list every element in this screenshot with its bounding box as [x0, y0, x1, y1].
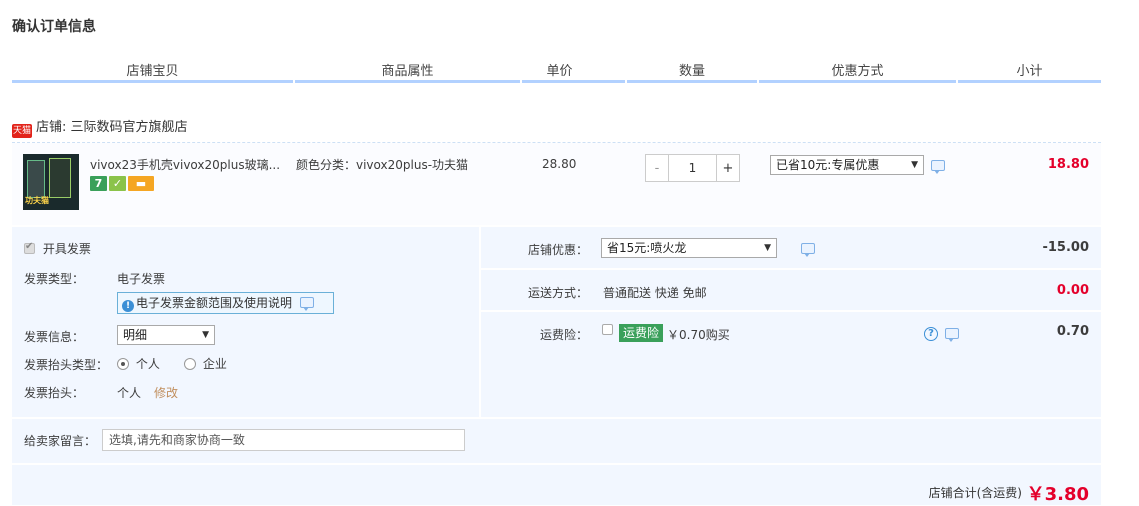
message-icon	[299, 297, 314, 311]
col-header-unit-price: 单价	[546, 64, 573, 79]
header-underline	[759, 80, 956, 83]
seven-day-return-icon[interactable]: 7	[90, 176, 107, 191]
item-subtotal: 18.80	[1047, 157, 1089, 172]
header-underline	[12, 80, 293, 83]
thumbnail-label: 功夫猫	[25, 196, 49, 205]
qty-decrease-button[interactable]: -	[646, 155, 668, 181]
quantity-stepper: - 1 +	[645, 154, 740, 182]
radio-personal[interactable]: 个人	[117, 355, 160, 372]
invoice-head-label: 发票抬头：	[24, 386, 85, 400]
invoice-info-label: 发票信息：	[24, 330, 85, 344]
invoice-toggle-label: 开具发票	[42, 242, 91, 256]
radio-company[interactable]: 企业	[184, 355, 227, 372]
promo-select[interactable]: 已省10元:专属优惠 ▼	[770, 155, 924, 175]
radio-personal-label: 个人	[135, 357, 160, 371]
shop-discount-amount: -15.00	[1042, 240, 1089, 255]
credit-card-icon[interactable]: ▬	[128, 176, 154, 191]
total-label: 店铺合计(含运费)	[928, 486, 1022, 500]
col-header-quantity: 数量	[678, 64, 705, 79]
col-header-attributes: 商品属性	[381, 64, 434, 79]
insurance-tag: 运费险	[619, 324, 664, 342]
header-underline	[295, 80, 520, 83]
shop-name[interactable]: 店铺: 三际数码官方旗舰店	[36, 120, 188, 135]
header-underline	[627, 80, 757, 83]
radio-company-button[interactable]	[184, 358, 196, 370]
shop-row: 天猫 店铺: 三际数码官方旗舰店	[12, 116, 188, 138]
invoice-type-value: 电子发票	[117, 272, 166, 286]
invoice-info-link[interactable]: ! 电子发票金额范围及使用说明	[117, 292, 334, 314]
shipping-amount: 0.00	[1056, 283, 1089, 298]
invoice-note-text: 电子发票金额范围及使用说明	[136, 296, 293, 310]
divider	[481, 268, 1101, 270]
dropdown-arrow-icon: ▼	[911, 160, 918, 170]
shop-discount-label: 店铺优惠：	[528, 243, 589, 257]
guarantee-icon[interactable]: ✓	[109, 176, 126, 191]
invoice-info-value: 明细	[123, 328, 148, 342]
quantity-input[interactable]: 1	[668, 155, 717, 181]
product-attribute: 颜色分类：vivox20plus-功夫猫	[296, 158, 469, 172]
invoice-toggle[interactable]: 开具发票	[24, 240, 91, 257]
radio-company-label: 企业	[202, 357, 227, 371]
shop-discount-value: 省15元:喷火龙	[607, 241, 687, 255]
seller-message-input[interactable]: 选填,请先和商家协商一致	[102, 429, 465, 451]
message-icon[interactable]	[944, 328, 959, 342]
info-icon: !	[122, 300, 134, 312]
insurance-checkbox[interactable]	[602, 324, 613, 335]
message-icon[interactable]	[931, 160, 945, 174]
header-underline	[958, 80, 1101, 83]
message-label: 给卖家留言：	[24, 434, 97, 448]
help-icon[interactable]: ?	[924, 327, 938, 341]
unit-price: 28.80	[542, 157, 577, 171]
col-header-subtotal: 小计	[1016, 64, 1043, 79]
col-header-shop-item: 店铺宝贝	[126, 64, 179, 79]
divider	[481, 310, 1101, 312]
invoice-type-label: 发票类型：	[24, 272, 85, 286]
product-thumbnail[interactable]: 功夫猫	[23, 154, 79, 210]
col-header-discount: 优惠方式	[831, 64, 884, 79]
dropdown-arrow-icon: ▼	[202, 330, 209, 340]
radio-personal-button[interactable]	[117, 358, 129, 370]
invoice-head-type-label: 发票抬头类型：	[24, 358, 109, 372]
header-underline	[522, 80, 625, 83]
tmall-logo-icon: 天猫	[12, 124, 32, 138]
insurance-price: ￥0.70购买	[667, 328, 730, 342]
qty-increase-button[interactable]: +	[717, 155, 739, 181]
shop-discount-select[interactable]: 省15元:喷火龙 ▼	[601, 238, 777, 258]
product-title-link[interactable]: vivox23手机壳vivox20plus玻璃...	[90, 156, 290, 173]
shipping-label: 运送方式：	[528, 286, 589, 300]
message-icon[interactable]	[800, 243, 815, 257]
promo-select-value: 已省10元:专属优惠	[776, 158, 880, 172]
dropdown-arrow-icon: ▼	[764, 243, 771, 253]
shipping-value: 普通配送 快递 免邮	[603, 286, 707, 300]
page-title: 确认订单信息	[12, 19, 96, 35]
invoice-head-value: 个人	[117, 386, 142, 400]
insurance-amount: 0.70	[1056, 324, 1089, 339]
service-badges: 7 ✓ ▬	[90, 176, 156, 191]
total-value: ￥3.80	[1026, 484, 1089, 505]
edit-invoice-head-link[interactable]: 修改	[154, 384, 178, 401]
invoice-info-select[interactable]: 明细 ▼	[117, 325, 215, 345]
invoice-checkbox[interactable]	[24, 241, 35, 254]
insurance-label: 运费险：	[540, 328, 589, 342]
